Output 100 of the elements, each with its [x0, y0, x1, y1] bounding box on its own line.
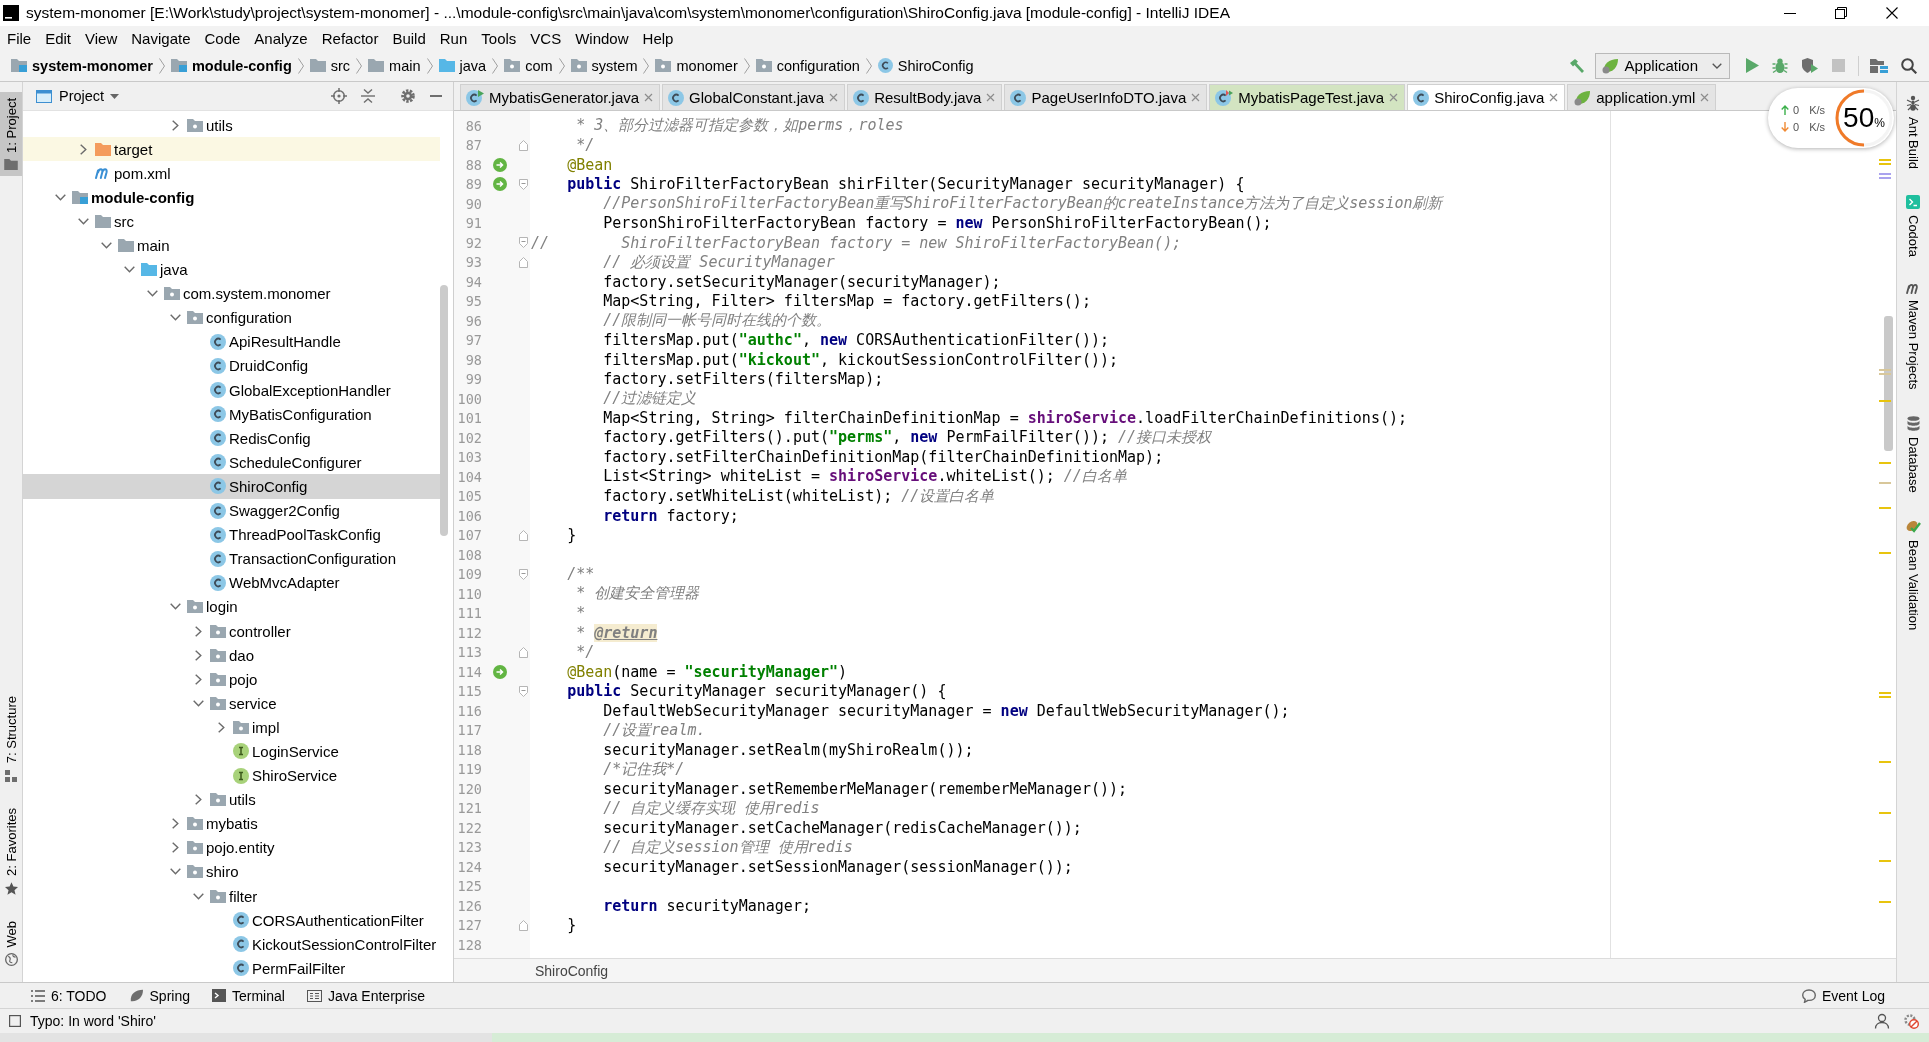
tree-item[interactable]: PermFailFilter — [212, 956, 352, 981]
menu-item[interactable]: Edit — [38, 27, 79, 49]
menu-item[interactable]: Help — [635, 27, 681, 49]
menu-item[interactable]: Run — [432, 27, 475, 49]
menu-item[interactable]: File — [0, 27, 39, 49]
tool-window-button[interactable]: Maven Projects — [1897, 279, 1929, 393]
breadcrumb[interactable]: module-config — [170, 57, 292, 74]
tree-item[interactable]: ShiroConfig — [23, 474, 440, 499]
tree-item[interactable]: DruidConfig — [189, 353, 315, 379]
person-icon[interactable] — [1874, 1013, 1890, 1029]
tool-window-button[interactable]: Bean Validation — [1897, 515, 1929, 634]
tree-item[interactable]: dao — [189, 643, 261, 668]
chevron-right-icon[interactable] — [171, 119, 179, 131]
tree-item[interactable]: main — [97, 233, 176, 258]
bean-icon[interactable] — [493, 664, 507, 679]
tree-item[interactable]: pojo.entity — [166, 835, 281, 860]
fold-marker-icon[interactable] — [518, 178, 528, 190]
tree-item[interactable]: RedisConfig — [189, 426, 317, 451]
shield-run-icon[interactable] — [1801, 57, 1819, 74]
menu-item[interactable]: Build — [385, 27, 433, 49]
chevron-down-icon[interactable] — [192, 892, 204, 900]
gear-icon[interactable] — [400, 88, 416, 104]
breadcrumb[interactable]: system — [570, 57, 638, 74]
chevron-down-icon[interactable] — [169, 868, 181, 876]
fold-marker-icon[interactable] — [518, 237, 528, 249]
tool-window-button[interactable]: Event Log — [1801, 985, 1885, 1006]
tool-window-button[interactable]: Codota — [1897, 192, 1929, 260]
tree-item[interactable]: utils — [166, 113, 239, 138]
tool-window-button[interactable]: Database — [1897, 412, 1929, 496]
tree-item[interactable]: ShiroService — [212, 763, 344, 788]
tree-item[interactable]: impl — [212, 715, 286, 740]
minimize-icon[interactable] — [1784, 12, 1796, 14]
search-icon[interactable] — [1901, 57, 1917, 74]
tool-window-button[interactable]: 1: Project — [0, 92, 22, 176]
tree-item[interactable]: shiro — [166, 859, 245, 884]
tree-item[interactable]: pojo — [189, 667, 264, 692]
fold-marker-icon[interactable] — [518, 256, 528, 268]
tool-window-button[interactable]: 7: Structure — [0, 690, 22, 788]
tree-item[interactable]: Swagger2Config — [189, 498, 346, 523]
scrollbar-thumb[interactable] — [440, 285, 448, 536]
editor-tab[interactable]: MybatisGenerator.java — [460, 84, 661, 110]
editor-tab[interactable]: ShiroConfig.java — [1407, 84, 1566, 110]
chevron-down-icon[interactable] — [100, 242, 112, 249]
tree-item[interactable]: mybatis — [166, 811, 264, 836]
breadcrumb[interactable]: com — [504, 57, 553, 74]
menu-item[interactable]: Window — [568, 27, 636, 49]
chevron-right-icon[interactable] — [194, 794, 202, 806]
chevron-down-icon[interactable] — [169, 603, 181, 611]
editor-tab[interactable]: GlobalConstant.java — [662, 84, 846, 110]
tree-item[interactable]: login — [166, 594, 244, 619]
editor-tab[interactable]: ResultBody.java — [847, 84, 1003, 110]
breadcrumb[interactable]: ShiroConfig — [535, 962, 609, 979]
breadcrumb[interactable]: system-monomer — [11, 57, 153, 74]
collapse-all-icon[interactable] — [361, 88, 375, 104]
square-icon[interactable] — [9, 1015, 21, 1027]
menu-item[interactable]: Refactor — [314, 27, 386, 49]
editor-tab[interactable]: application.yml — [1567, 84, 1717, 110]
tool-window-button[interactable]: 6: TODO — [31, 985, 107, 1006]
gear-blocked-icon[interactable] — [1903, 1013, 1919, 1029]
breadcrumb[interactable]: configuration — [755, 57, 860, 74]
tree-item[interactable]: service — [189, 691, 283, 716]
bug-icon[interactable] — [1772, 57, 1788, 74]
chevron-down-icon[interactable] — [54, 193, 66, 201]
chevron-down-icon[interactable] — [77, 217, 89, 225]
chevron-down-icon[interactable] — [146, 290, 158, 298]
hammer-icon[interactable] — [1568, 57, 1585, 74]
folder-grid-icon[interactable] — [1870, 57, 1888, 74]
fold-marker-icon[interactable] — [518, 646, 528, 658]
tree-item[interactable]: src — [74, 209, 140, 234]
run-config-dropdown[interactable]: Application — [1594, 52, 1730, 79]
chevron-down-icon[interactable] — [123, 266, 135, 274]
fold-marker-icon[interactable] — [518, 568, 528, 580]
bean-icon[interactable] — [493, 157, 507, 172]
chevron-right-icon[interactable] — [217, 721, 225, 733]
tool-window-button[interactable]: Spring — [128, 985, 190, 1006]
breadcrumb[interactable]: monomer — [655, 57, 738, 74]
tool-window-button[interactable]: Java Enterprise — [306, 985, 426, 1006]
tree-item[interactable]: KickoutSessionControlFilter — [212, 932, 440, 957]
breadcrumb[interactable]: java — [438, 57, 487, 74]
editor-tab[interactable]: PageUserInfoDTO.java — [1004, 84, 1208, 110]
chevron-right-icon[interactable] — [194, 673, 202, 685]
menu-item[interactable]: Navigate — [124, 27, 198, 49]
tree-item[interactable]: com.system.monomer — [143, 281, 337, 306]
fold-marker-icon[interactable] — [518, 685, 528, 697]
breadcrumb[interactable]: main — [368, 57, 421, 74]
chevron-right-icon[interactable] — [194, 649, 202, 661]
play-icon[interactable] — [1746, 58, 1759, 73]
tree-item[interactable]: WebMvcAdapter — [189, 570, 346, 595]
tree-item[interactable]: ThreadPoolTaskConfig — [189, 522, 387, 547]
chevron-right-icon[interactable] — [79, 143, 87, 155]
tool-window-button[interactable]: 2: Favorites — [0, 801, 22, 901]
tree-item[interactable]: GlobalExceptionHandler — [189, 378, 397, 403]
menu-item[interactable]: Analyze — [247, 27, 315, 49]
view-selector[interactable]: Project — [59, 88, 120, 104]
tree-item[interactable]: pom.xml — [74, 161, 177, 186]
tree-item[interactable]: filter — [189, 884, 264, 909]
fold-marker-icon[interactable] — [518, 919, 528, 931]
breadcrumb[interactable]: src — [309, 57, 351, 74]
tree-item[interactable]: configuration — [166, 305, 298, 330]
tool-window-button[interactable]: Ant Build — [1897, 92, 1929, 173]
